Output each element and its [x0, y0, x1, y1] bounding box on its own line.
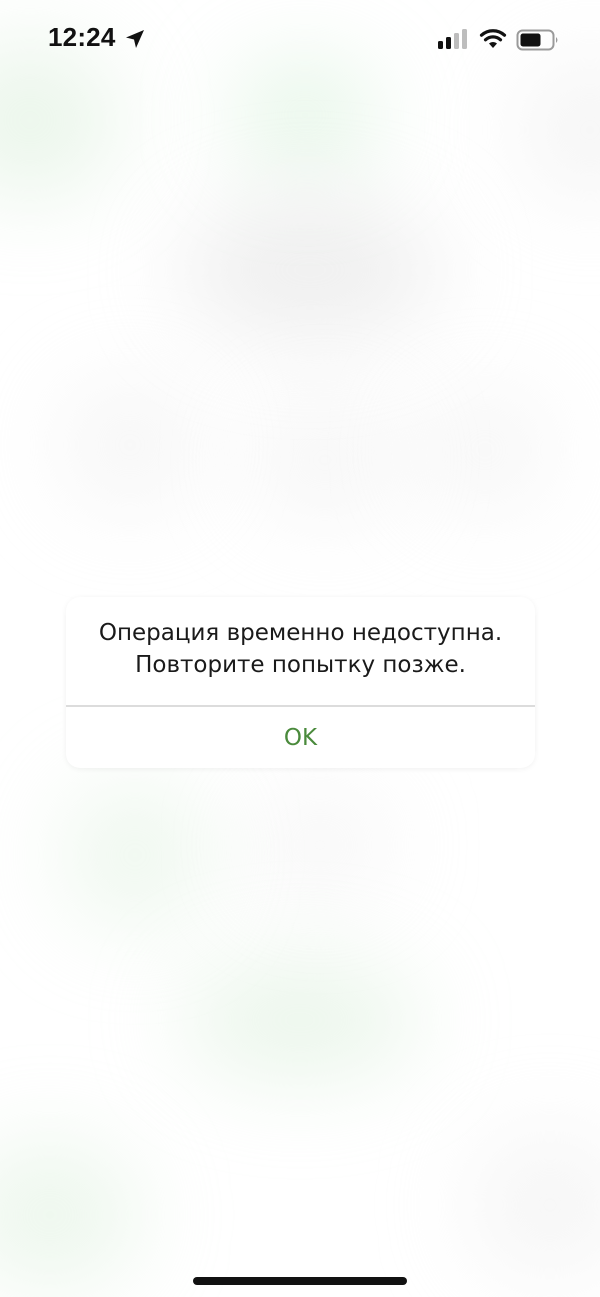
- alert-dialog: Операция временно недоступна. Повторите …: [66, 597, 535, 768]
- battery-icon: [516, 29, 558, 51]
- location-arrow-icon: [126, 30, 144, 48]
- signal-icon: [438, 29, 467, 49]
- status-time: 12:24: [48, 22, 116, 52]
- wifi-icon: [479, 29, 507, 48]
- home-indicator[interactable]: [193, 1277, 407, 1285]
- ok-button[interactable]: OK: [66, 707, 535, 768]
- alert-message: Операция временно недоступна. Повторите …: [66, 617, 535, 681]
- status-bar: 12:24: [0, 0, 600, 80]
- alert-message-line-1: Операция временно недоступна.: [98, 620, 503, 646]
- alert-message-line-2: Повторите попытку позже.: [135, 652, 466, 678]
